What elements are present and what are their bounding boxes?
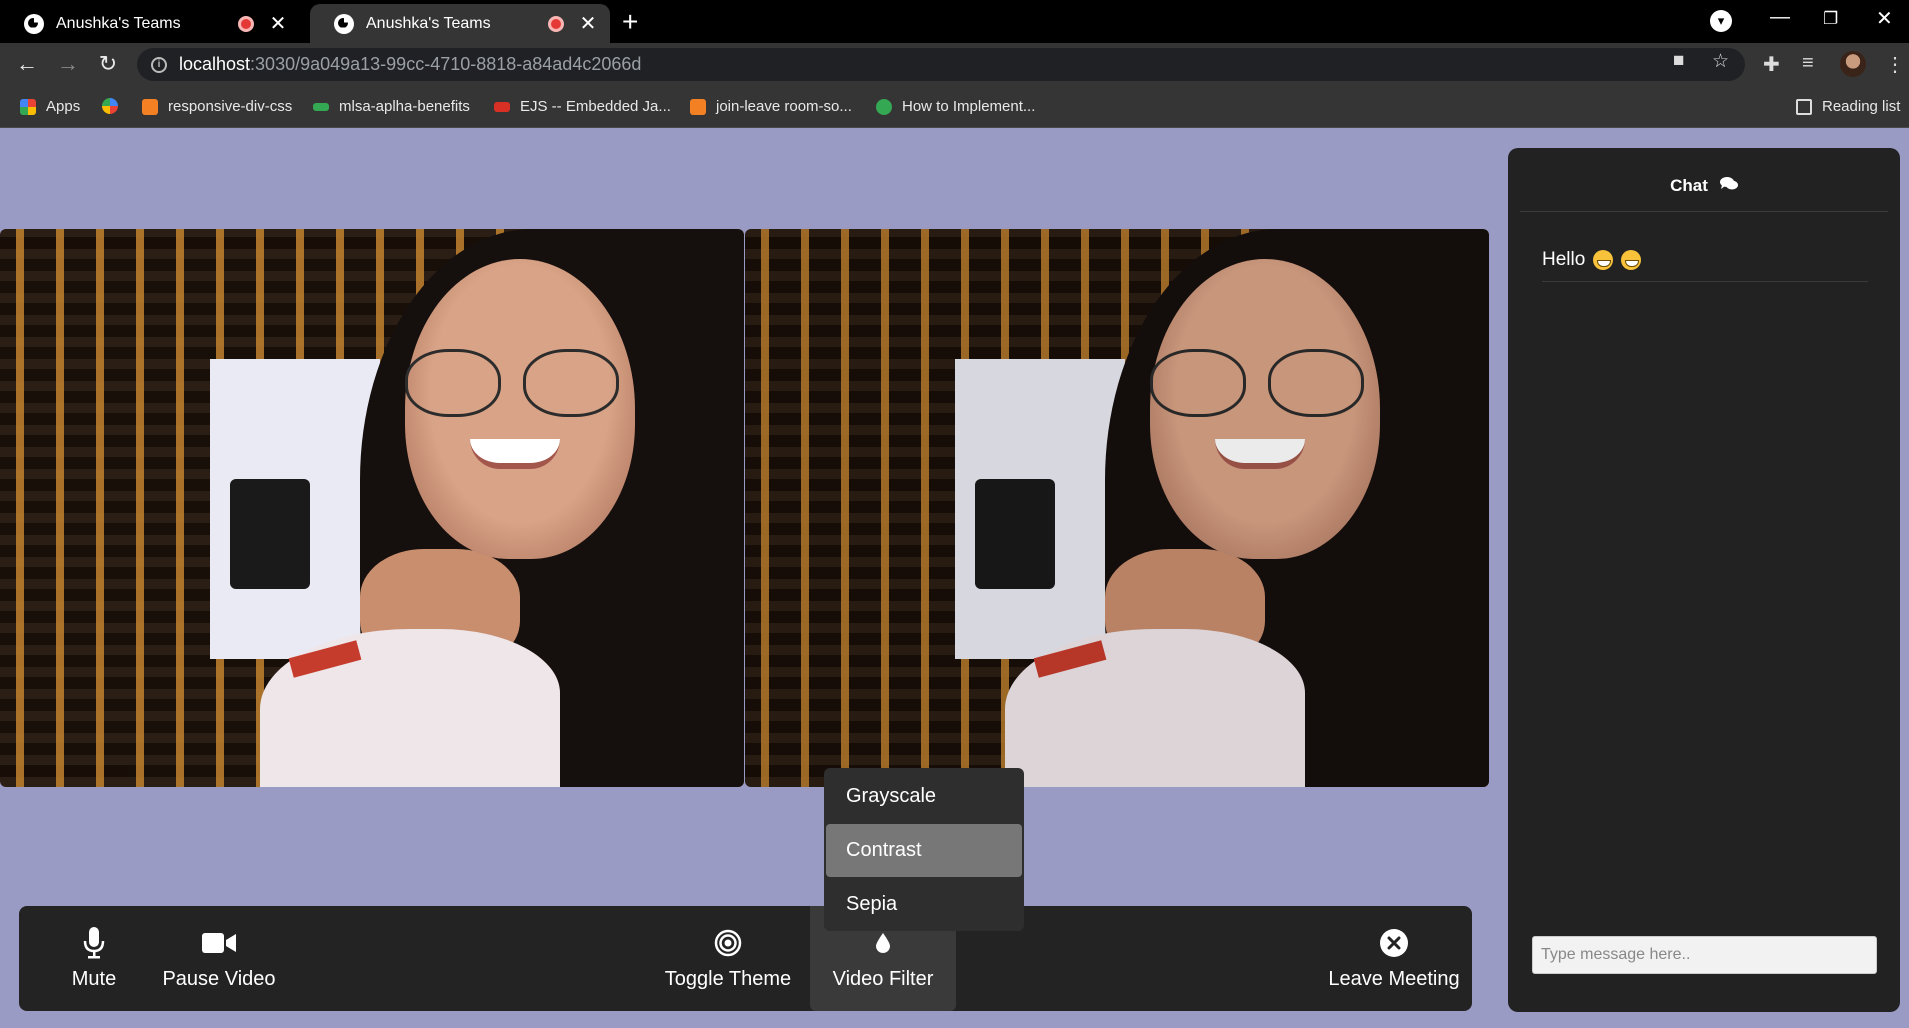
remote-video bbox=[745, 229, 1489, 787]
chat-message: Hello bbox=[1542, 238, 1868, 282]
pause-video-button[interactable]: Pause Video bbox=[144, 906, 294, 1011]
url-path: :3030/9a049a13-99cc-4710-8818-a84ad4c206… bbox=[250, 54, 642, 74]
grinning-emoji-icon bbox=[1621, 249, 1642, 270]
recording-icon bbox=[238, 15, 254, 32]
media-controls-icon[interactable]: ≡ bbox=[1802, 52, 1814, 75]
reading-list-label: Reading list bbox=[1822, 98, 1901, 115]
globe-icon bbox=[24, 13, 44, 34]
mute-label: Mute bbox=[71, 968, 117, 990]
chat-bubbles-icon bbox=[1719, 176, 1738, 195]
filter-option-sepia[interactable]: Sepia bbox=[826, 878, 1022, 931]
forward-icon[interactable]: → bbox=[55, 51, 81, 77]
recording-icon bbox=[548, 15, 564, 32]
tab-title: Anushka's Teams bbox=[366, 14, 491, 32]
back-icon[interactable]: ← bbox=[14, 51, 40, 77]
local-video bbox=[0, 229, 744, 787]
tab-title: Anushka's Teams bbox=[56, 14, 181, 32]
meeting-controls: Mute Pause Video Toggle Theme Video Filt… bbox=[19, 906, 1472, 1011]
apps-grid-icon bbox=[20, 98, 36, 115]
profile-avatar[interactable] bbox=[1840, 51, 1866, 77]
site-info-icon[interactable]: i bbox=[151, 56, 167, 73]
chat-title: Chat bbox=[1670, 175, 1708, 195]
window-close-icon[interactable]: ✕ bbox=[1876, 6, 1893, 31]
globe-icon bbox=[334, 13, 354, 34]
bookmark-star-icon[interactable]: ☆ bbox=[1712, 50, 1729, 73]
chat-panel: Chat Hello bbox=[1508, 148, 1900, 1012]
bookmark-item[interactable]: responsive-div-css bbox=[142, 98, 292, 115]
address-bar[interactable]: i localhost:3030/9a049a13-99cc-4710-8818… bbox=[137, 48, 1745, 81]
video-filter-menu: Grayscale Contrast Sepia bbox=[824, 768, 1024, 931]
video-camera-icon bbox=[202, 928, 236, 958]
grinning-emoji-icon bbox=[1593, 249, 1614, 270]
menu-kebab-icon[interactable]: ⋮ bbox=[1885, 52, 1905, 77]
browser-toolbar: ← → ↻ i localhost:3030/9a049a13-99cc-471… bbox=[0, 43, 1909, 86]
stackoverflow-icon bbox=[142, 98, 158, 115]
bookmark-item[interactable]: mlsa-aplha-benefits bbox=[313, 98, 470, 115]
bookmark-label: responsive-div-css bbox=[168, 98, 293, 115]
pause-video-label: Pause Video bbox=[162, 968, 276, 990]
microphone-icon bbox=[83, 927, 105, 959]
close-circle-icon bbox=[1380, 928, 1408, 958]
filter-option-contrast[interactable]: Contrast bbox=[826, 824, 1022, 877]
stackoverflow-icon bbox=[690, 98, 706, 115]
video-filter-label: Video Filter bbox=[832, 968, 934, 990]
browser-tab[interactable]: Anushka's Teams ✕ bbox=[0, 4, 300, 43]
new-tab-button[interactable]: + bbox=[622, 6, 638, 38]
bookmark-label: join-leave room-so... bbox=[716, 98, 852, 115]
chat-header: Chat bbox=[1520, 160, 1888, 212]
reading-list-icon bbox=[1796, 98, 1812, 115]
theme-target-icon bbox=[714, 928, 742, 958]
reading-list-button[interactable]: Reading list bbox=[1796, 98, 1900, 115]
chat-message-input[interactable] bbox=[1532, 936, 1877, 974]
droplet-icon bbox=[874, 928, 892, 958]
browser-tab-active[interactable]: Anushka's Teams ✕ bbox=[310, 4, 610, 43]
close-tab-icon[interactable]: ✕ bbox=[578, 11, 598, 36]
bookmark-item[interactable]: How to Implement... bbox=[876, 98, 1035, 115]
minimize-icon[interactable]: — bbox=[1770, 6, 1790, 29]
link-icon bbox=[313, 102, 329, 111]
camera-in-use-icon[interactable]: ■ bbox=[1673, 50, 1684, 72]
bookmark-item[interactable]: EJS -- Embedded Ja... bbox=[494, 98, 671, 115]
filter-option-grayscale[interactable]: Grayscale bbox=[826, 770, 1022, 823]
bookmark-item[interactable]: join-leave room-so... bbox=[690, 98, 852, 115]
ejs-icon bbox=[494, 101, 510, 112]
leave-meeting-button[interactable]: Leave Meeting bbox=[1319, 906, 1469, 1011]
bookmark-label: mlsa-aplha-benefits bbox=[339, 98, 470, 115]
chat-message-text: Hello bbox=[1542, 248, 1586, 270]
url-host: localhost bbox=[179, 54, 251, 74]
bookmark-label: EJS -- Embedded Ja... bbox=[520, 98, 671, 115]
mute-button[interactable]: Mute bbox=[33, 906, 155, 1011]
tab-search-icon[interactable]: ▾ bbox=[1710, 10, 1732, 32]
pinwheel-icon bbox=[102, 98, 118, 114]
bookmark-label: Apps bbox=[46, 98, 81, 115]
bookmark-apps[interactable]: Apps bbox=[20, 98, 80, 115]
toggle-theme-button[interactable]: Toggle Theme bbox=[648, 906, 808, 1011]
bookmark-label: How to Implement... bbox=[902, 98, 1036, 115]
bookmarks-bar: Apps responsive-div-css mlsa-aplha-benef… bbox=[0, 86, 1909, 128]
close-tab-icon[interactable]: ✕ bbox=[268, 11, 288, 36]
browser-tab-bar: Anushka's Teams ✕ Anushka's Teams ✕ + ▾ … bbox=[0, 0, 1909, 43]
toggle-theme-label: Toggle Theme bbox=[664, 968, 792, 990]
leave-meeting-label: Leave Meeting bbox=[1328, 968, 1460, 990]
leaf-icon bbox=[876, 98, 892, 115]
reload-icon[interactable]: ↻ bbox=[95, 51, 121, 77]
extensions-icon[interactable]: ✚ bbox=[1763, 52, 1780, 77]
restore-icon[interactable]: ❐ bbox=[1823, 9, 1838, 29]
bookmark-pinwheel[interactable] bbox=[102, 98, 128, 114]
